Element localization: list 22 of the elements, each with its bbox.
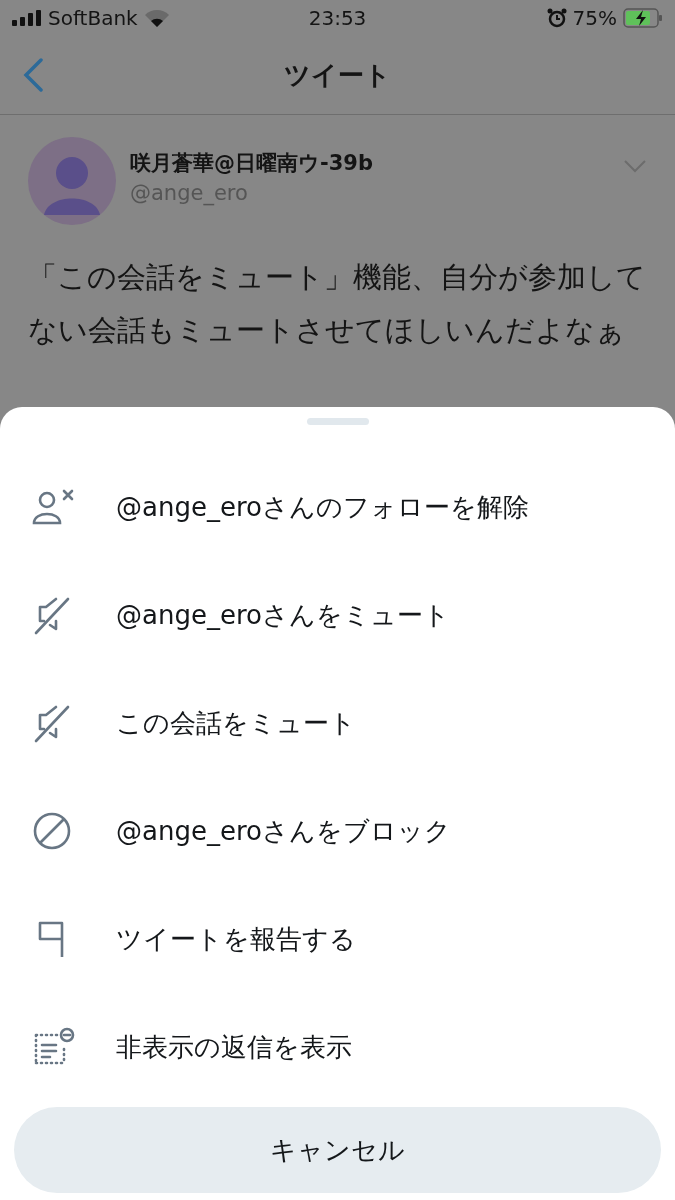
- menu-item[interactable]: 非表示の返信を表示: [0, 993, 675, 1101]
- signal-icon: [12, 10, 42, 26]
- cancel-button[interactable]: キャンセル: [14, 1107, 661, 1193]
- menu-item[interactable]: ツイートを報告する: [0, 885, 675, 993]
- sheet-handle[interactable]: [306, 418, 369, 425]
- display-name: 咲月蒼華@日曜南ウ-39b: [130, 150, 374, 177]
- battery-charging-icon: [623, 8, 663, 28]
- clock-time: 23:53: [308, 6, 367, 30]
- screen-title: ツイート: [284, 58, 391, 92]
- carrier-name: SoftBank: [48, 6, 138, 30]
- chevron-down-icon[interactable]: [623, 159, 647, 173]
- alarm-icon: [546, 8, 567, 28]
- menu-item[interactable]: この会話をミュート: [0, 669, 675, 777]
- back-icon[interactable]: [22, 58, 44, 92]
- tweet-text: 「この会話をミュート」機能、自分が参加してない会話もミュートさせてほしいんだよなぁ: [28, 259, 647, 349]
- menu-item[interactable]: @ange_eroさんをブロック: [0, 777, 675, 885]
- person-remove-icon: [30, 487, 76, 527]
- menu-item[interactable]: @ange_eroさんをミュート: [0, 561, 675, 669]
- avatar[interactable]: [28, 137, 116, 225]
- battery-percent: 75%: [572, 6, 617, 30]
- menu-item[interactable]: @ange_eroさんのフォローを解除: [0, 453, 675, 561]
- wifi-icon: [143, 9, 170, 27]
